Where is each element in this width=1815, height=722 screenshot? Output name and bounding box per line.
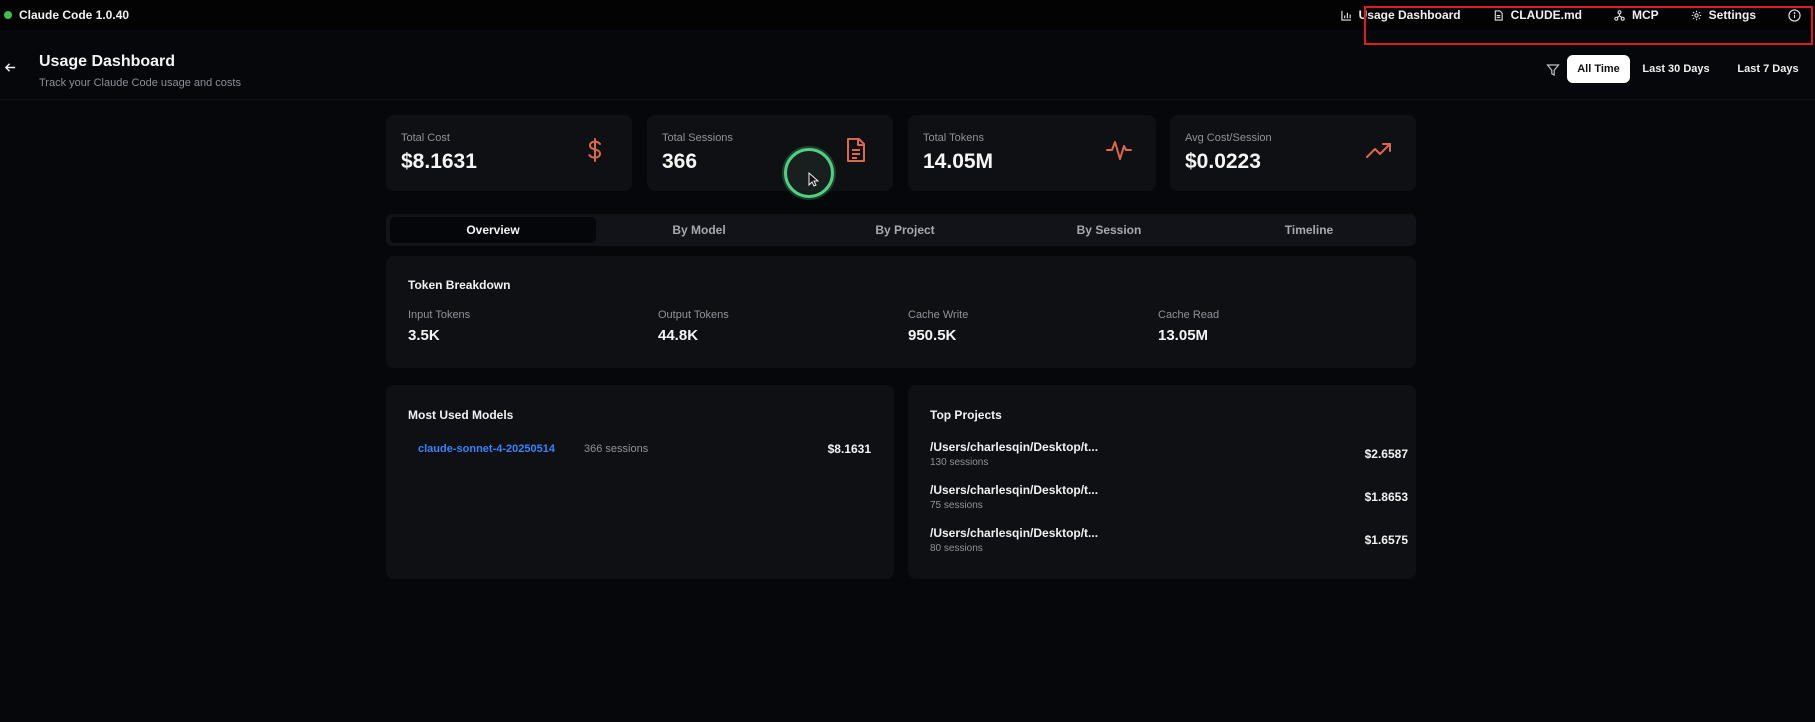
page-header: Usage Dashboard Track your Claude Code u…: [0, 40, 1815, 100]
cache-read-label: Cache Read: [1158, 309, 1220, 321]
model-sessions: 366 sessions: [584, 443, 649, 455]
cache-read-value: 13.05M: [1158, 327, 1209, 344]
token-breakdown-title: Token Breakdown: [408, 278, 511, 292]
input-tokens-label: Input Tokens: [408, 309, 471, 321]
project-sessions: 80 sessions: [930, 543, 983, 554]
page-subtitle: Track your Claude Code usage and costs: [39, 77, 241, 89]
stat-label: Total Cost: [401, 132, 450, 144]
status-dot: [4, 11, 12, 19]
tab-timeline[interactable]: Timeline: [1206, 217, 1412, 243]
project-row[interactable]: /Users/charlesqin/Desktop/t... 130 sessi…: [930, 440, 1408, 474]
project-path: /Users/charlesqin/Desktop/t...: [930, 483, 1099, 497]
title-bar: Claude Code 1.0.40 Usage Dashboard CLAUD…: [0, 0, 1815, 30]
range-last-30-days-button[interactable]: Last 30 Days: [1636, 55, 1716, 83]
stat-value: 14.05M: [923, 150, 994, 173]
nav-settings[interactable]: Settings: [1691, 8, 1756, 22]
info-icon[interactable]: [1788, 8, 1801, 22]
cache-write-value: 950.5K: [908, 327, 957, 344]
back-arrow-icon[interactable]: [4, 61, 17, 74]
document-icon: [847, 138, 865, 162]
range-all-time-button[interactable]: All Time: [1567, 55, 1630, 83]
stat-card-total-sessions: Total Sessions 366: [647, 115, 893, 191]
stat-card-total-cost: Total Cost $8.1631: [386, 115, 632, 191]
project-sessions: 75 sessions: [930, 500, 983, 511]
top-projects-title: Top Projects: [930, 408, 1002, 422]
filter-icon[interactable]: [1546, 63, 1560, 77]
output-tokens-value: 44.8K: [658, 327, 699, 344]
app-title: Claude Code 1.0.40: [4, 8, 129, 22]
nav-settings-label: Settings: [1708, 8, 1756, 22]
project-path: /Users/charlesqin/Desktop/t...: [930, 440, 1099, 454]
tab-bar: Overview By Model By Project By Session …: [386, 214, 1416, 246]
nav-claude-md-label: CLAUDE.md: [1510, 8, 1582, 22]
stat-value: $0.0223: [1185, 150, 1261, 173]
stat-label: Total Tokens: [923, 132, 984, 144]
tab-by-model[interactable]: By Model: [596, 217, 802, 243]
output-tokens-label: Output Tokens: [658, 309, 729, 321]
project-sessions: 130 sessions: [930, 457, 989, 468]
nav-usage-dashboard-label: Usage Dashboard: [1358, 8, 1461, 22]
cursor-arrow-icon: [808, 172, 819, 187]
most-used-models-card: Most Used Models claude-sonnet-4-2025051…: [386, 385, 894, 579]
trending-up-icon: [1366, 143, 1391, 158]
top-projects-card: Top Projects /Users/charlesqin/Desktop/t…: [908, 385, 1416, 579]
stat-value: $8.1631: [401, 150, 477, 173]
project-cost: $2.6587: [1364, 447, 1408, 461]
project-cost: $1.8653: [1364, 490, 1408, 504]
nav-mcp-label: MCP: [1631, 8, 1659, 22]
nav-usage-dashboard[interactable]: Usage Dashboard: [1340, 8, 1461, 22]
project-row[interactable]: /Users/charlesqin/Desktop/t... 80 sessio…: [930, 526, 1408, 560]
nav-mcp[interactable]: MCP: [1614, 8, 1659, 22]
file-icon: [1494, 9, 1503, 21]
tab-by-session[interactable]: By Session: [1006, 217, 1212, 243]
stat-value: 366: [662, 150, 698, 173]
stat-label: Avg Cost/Session: [1185, 132, 1272, 144]
token-breakdown-card: Token Breakdown Input Tokens 3.5K Output…: [386, 256, 1416, 368]
input-tokens-value: 3.5K: [408, 327, 440, 344]
network-icon: [1614, 9, 1625, 21]
tab-by-project[interactable]: By Project: [802, 217, 1008, 243]
top-navigation: Usage Dashboard CLAUDE.md MCP Settings: [1340, 0, 1815, 30]
range-last-7-days-button[interactable]: Last 7 Days: [1728, 55, 1808, 83]
model-name-link[interactable]: claude-sonnet-4-20250514: [418, 443, 555, 455]
dollar-icon: [588, 138, 602, 162]
activity-icon: [1106, 141, 1132, 160]
nav-claude-md[interactable]: CLAUDE.md: [1493, 8, 1582, 22]
most-used-models-title: Most Used Models: [408, 408, 514, 422]
project-cost: $1.6575: [1364, 533, 1408, 547]
project-path: /Users/charlesqin/Desktop/t...: [930, 526, 1099, 540]
stat-label: Total Sessions: [662, 132, 733, 144]
project-row[interactable]: /Users/charlesqin/Desktop/t... 75 sessio…: [930, 483, 1408, 517]
stat-card-avg-cost-session: Avg Cost/Session $0.0223: [1170, 115, 1416, 191]
page-title: Usage Dashboard: [39, 53, 176, 70]
bar-chart-icon: [1340, 10, 1351, 21]
app-title-label: Claude Code 1.0.40: [19, 8, 130, 22]
tab-overview[interactable]: Overview: [390, 217, 596, 243]
cache-write-label: Cache Write: [908, 309, 969, 321]
gear-icon: [1691, 10, 1701, 20]
stat-card-total-tokens: Total Tokens 14.05M: [908, 115, 1156, 191]
model-cost: $8.1631: [827, 442, 871, 456]
